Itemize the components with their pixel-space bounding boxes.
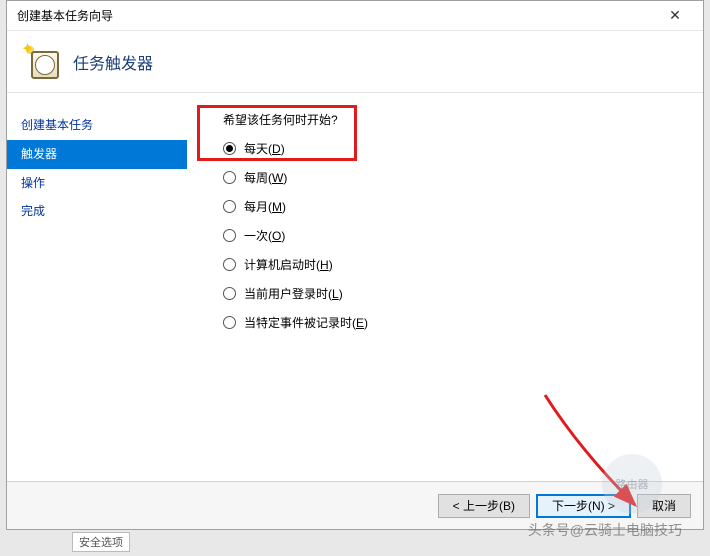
radio-icon: [223, 142, 236, 155]
close-icon: ✕: [669, 7, 681, 24]
nav-action[interactable]: 操作: [7, 169, 187, 198]
wizard-nav: 创建基本任务 触发器 操作 完成: [7, 93, 187, 481]
radio-icon: [223, 258, 236, 271]
wizard-main: 希望该任务何时开始? 每天(D) 每周(W) 每月(M) 一次(O) 计算机启动…: [187, 93, 703, 481]
radio-monthly[interactable]: 每月(M): [223, 198, 703, 215]
close-button[interactable]: ✕: [655, 2, 695, 30]
titlebar: 创建基本任务向导 ✕: [7, 1, 703, 31]
radio-icon: [223, 171, 236, 184]
next-button[interactable]: 下一步(N) >: [536, 494, 631, 518]
background-fragment: 安全选项: [72, 532, 130, 552]
trigger-question: 希望该任务何时开始?: [223, 111, 703, 128]
radio-weekly[interactable]: 每周(W): [223, 169, 703, 186]
wizard-body: 创建基本任务 触发器 操作 完成 希望该任务何时开始? 每天(D) 每周(W) …: [7, 93, 703, 481]
nav-trigger[interactable]: 触发器: [7, 140, 187, 169]
scheduler-icon: [25, 45, 59, 79]
nav-finish[interactable]: 完成: [7, 197, 187, 226]
cancel-button[interactable]: 取消: [637, 494, 691, 518]
radio-daily[interactable]: 每天(D): [223, 140, 703, 157]
page-title: 任务触发器: [73, 50, 153, 74]
wizard-header: 任务触发器: [7, 31, 703, 93]
radio-on-event[interactable]: 当特定事件被记录时(E): [223, 314, 703, 331]
radio-icon: [223, 200, 236, 213]
wizard-footer: < 上一步(B) 下一步(N) > 取消: [7, 481, 703, 529]
radio-icon: [223, 287, 236, 300]
window-title: 创建基本任务向导: [17, 7, 655, 24]
radio-once[interactable]: 一次(O): [223, 227, 703, 244]
wizard-dialog: 创建基本任务向导 ✕ 任务触发器 创建基本任务 触发器 操作 完成 希望该任务何…: [6, 0, 704, 530]
radio-on-boot[interactable]: 计算机启动时(H): [223, 256, 703, 273]
back-button[interactable]: < 上一步(B): [438, 494, 530, 518]
radio-icon: [223, 229, 236, 242]
nav-create-task[interactable]: 创建基本任务: [7, 111, 187, 140]
radio-on-logon[interactable]: 当前用户登录时(L): [223, 285, 703, 302]
radio-icon: [223, 316, 236, 329]
